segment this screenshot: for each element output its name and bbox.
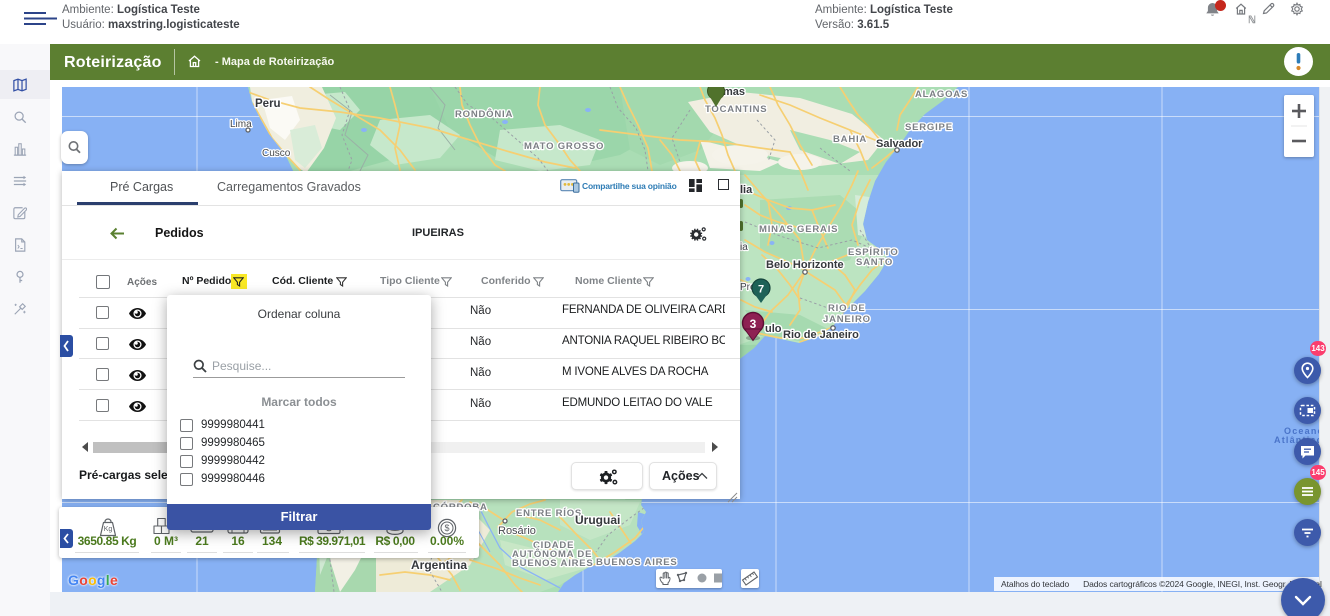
svg-text:Rio de Janeiro: Rio de Janeiro: [783, 329, 859, 341]
svg-text:Peru: Peru: [255, 98, 281, 110]
svg-text:JANEIRO: JANEIRO: [823, 314, 871, 325]
svg-text:BUENOS AIRES: BUENOS AIRES: [512, 558, 594, 569]
svg-text:MINAS GERAIS: MINAS GERAIS: [759, 224, 838, 235]
svg-text:3: 3: [750, 317, 757, 331]
svg-text:MATO GROSSO: MATO GROSSO: [524, 141, 604, 152]
svg-text:SERGIPE: SERGIPE: [905, 122, 953, 133]
svg-text:ulo: ulo: [765, 323, 782, 335]
svg-text:$: $: [444, 523, 449, 533]
svg-text:Cusco: Cusco: [262, 148, 291, 159]
svg-text:ALAGOAS: ALAGOAS: [915, 89, 968, 100]
svg-text:ENTRE RÍOS: ENTRE RÍOS: [516, 508, 582, 519]
svg-text:RONDÔNIA: RONDÔNIA: [455, 108, 513, 120]
svg-text:SANTO: SANTO: [856, 257, 893, 268]
svg-text:BUENOS AIRES: BUENOS AIRES: [596, 557, 678, 568]
svg-text:ia: ia: [740, 242, 748, 253]
svg-text:lia: lia: [740, 184, 753, 196]
svg-text:7: 7: [758, 284, 764, 296]
svg-text:Salvador: Salvador: [876, 138, 923, 150]
svg-text:mas: mas: [723, 87, 745, 98]
svg-text:Kg: Kg: [104, 526, 113, 533]
svg-text:Argentina: Argentina: [411, 558, 467, 572]
svg-text:Uruguai: Uruguai: [575, 513, 620, 527]
svg-text:BAHIA: BAHIA: [833, 134, 867, 145]
svg-text:Rosário: Rosário: [498, 525, 536, 537]
svg-text:RIO DE: RIO DE: [828, 303, 866, 314]
svg-text:TOCANTINS: TOCANTINS: [705, 104, 767, 115]
